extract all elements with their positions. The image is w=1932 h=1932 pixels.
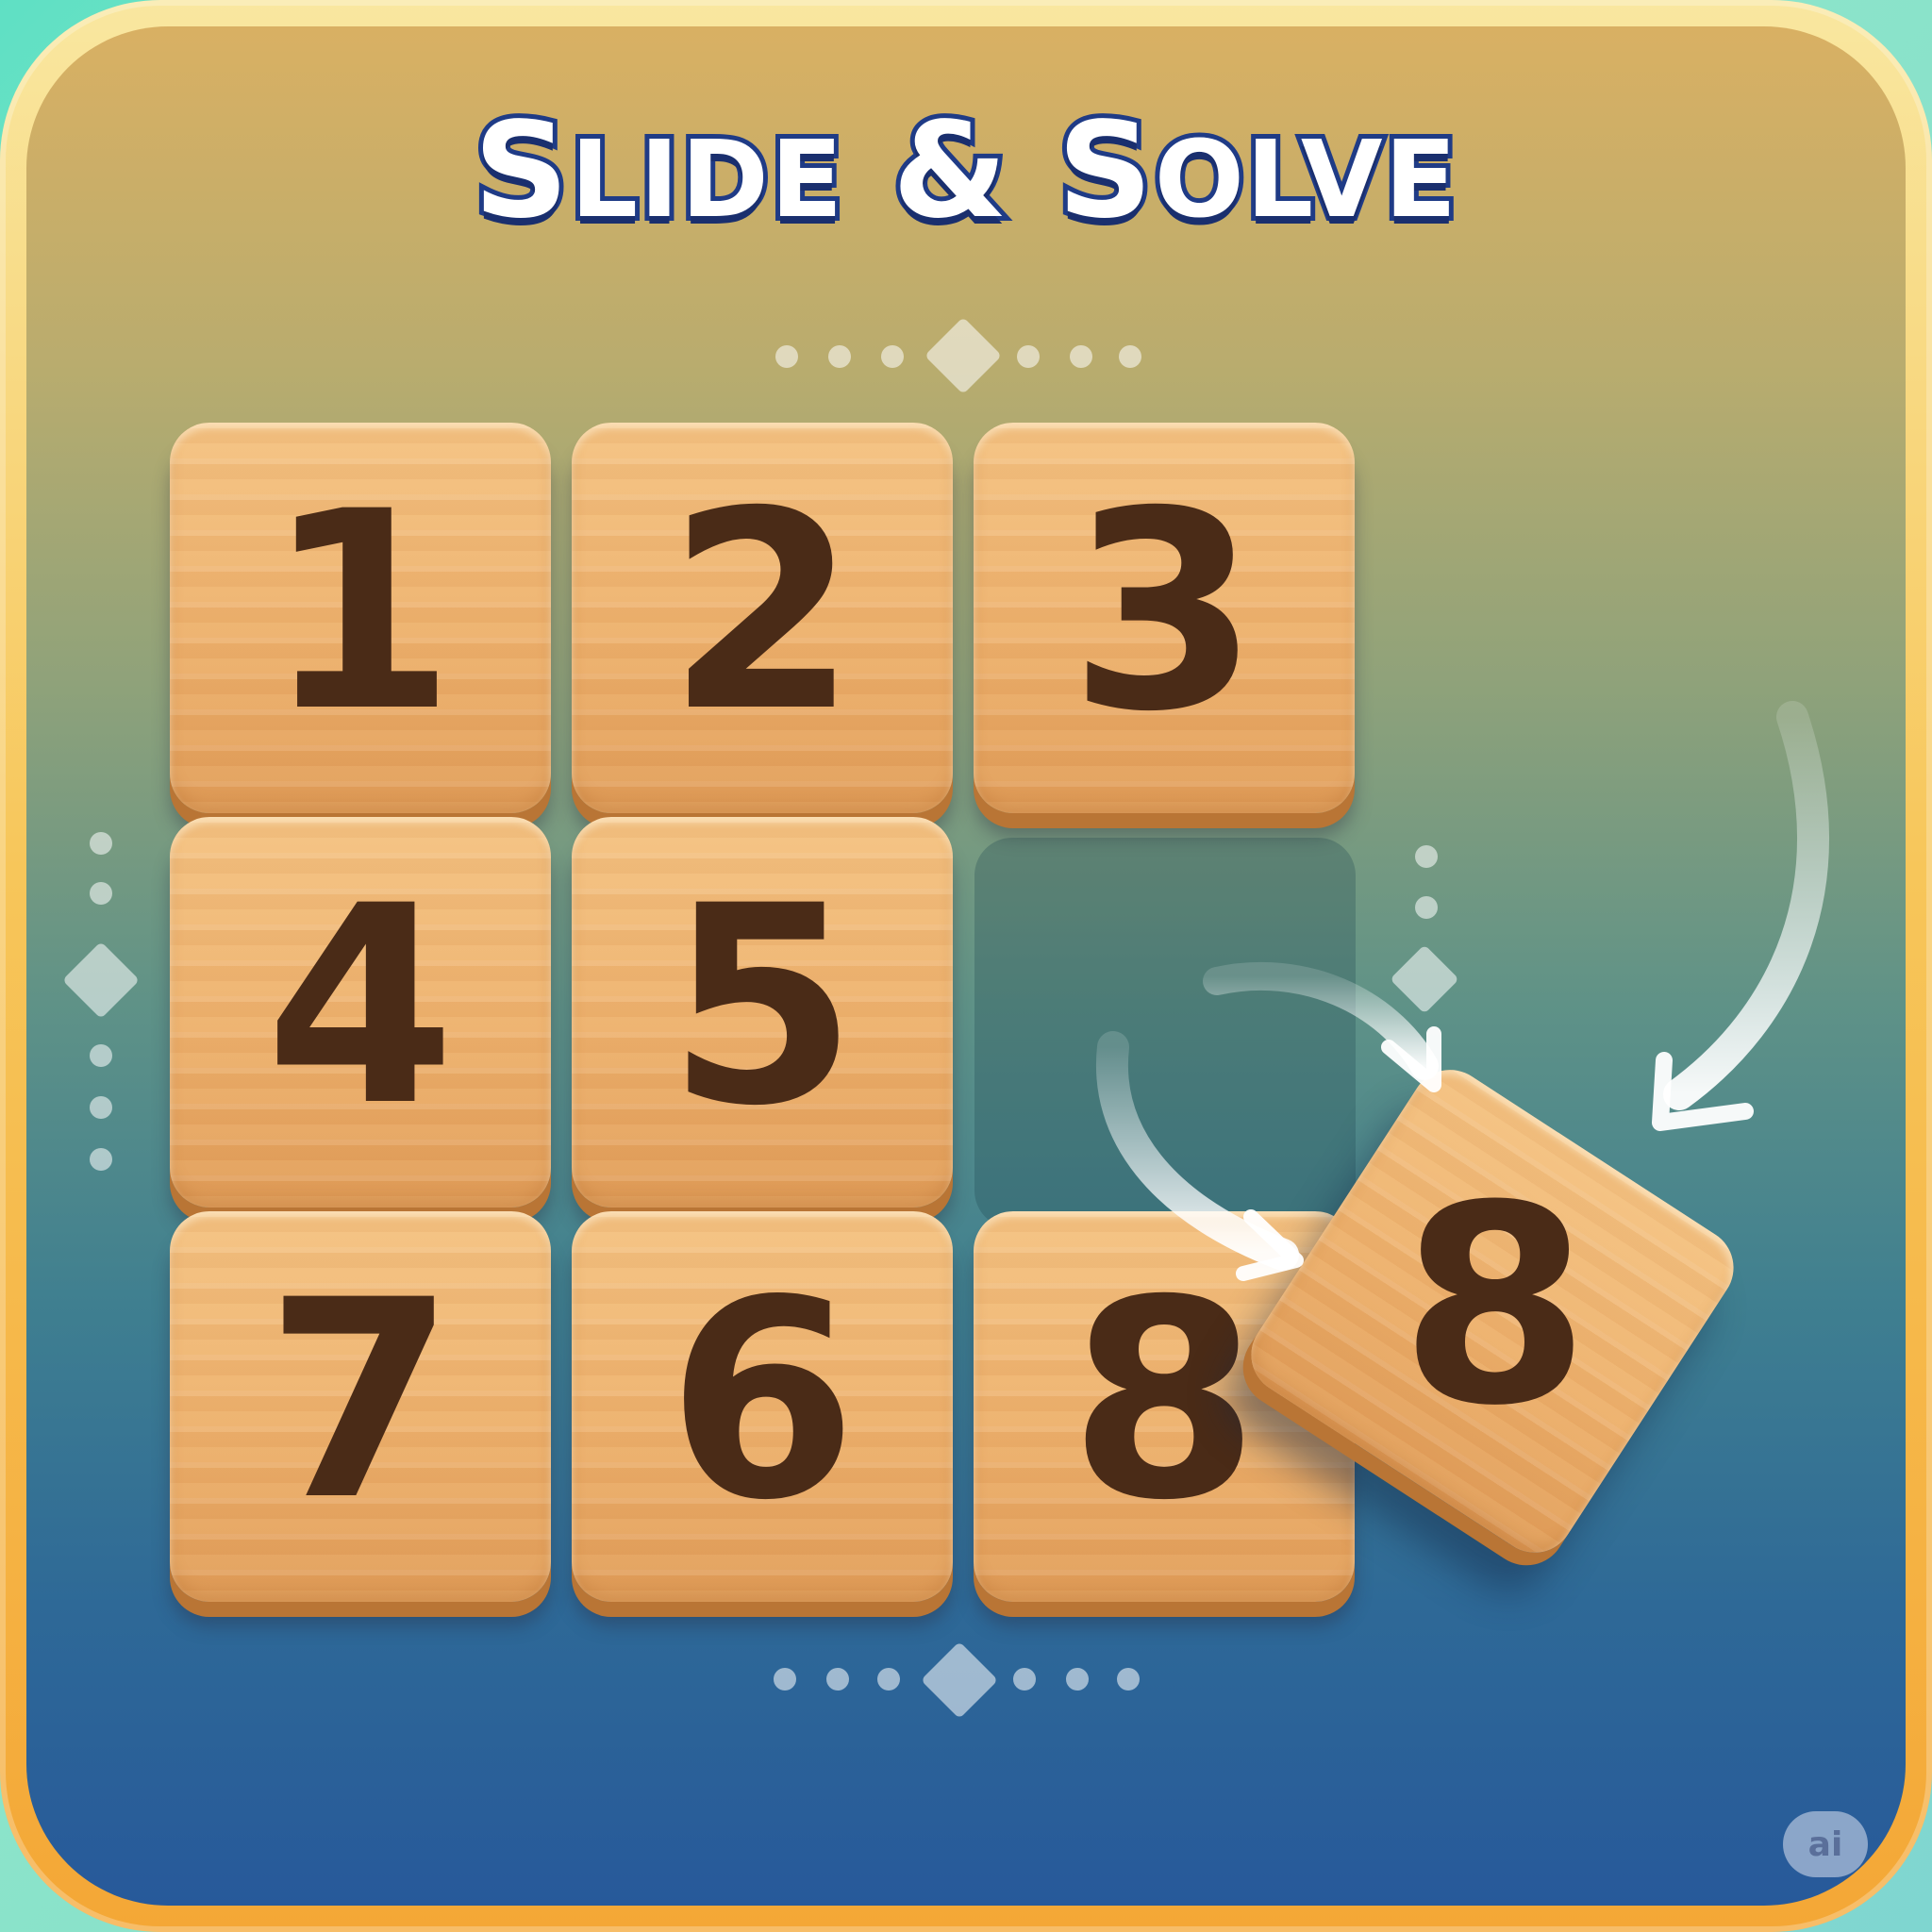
curved-arrow-icon: [1096, 1031, 1304, 1281]
curved-arrow-icon: [1203, 961, 1441, 1092]
curved-arrow-icon: [1652, 701, 1829, 1131]
watermark-badge: ai: [1783, 1811, 1868, 1877]
move-arrows: [1096, 701, 1829, 1281]
